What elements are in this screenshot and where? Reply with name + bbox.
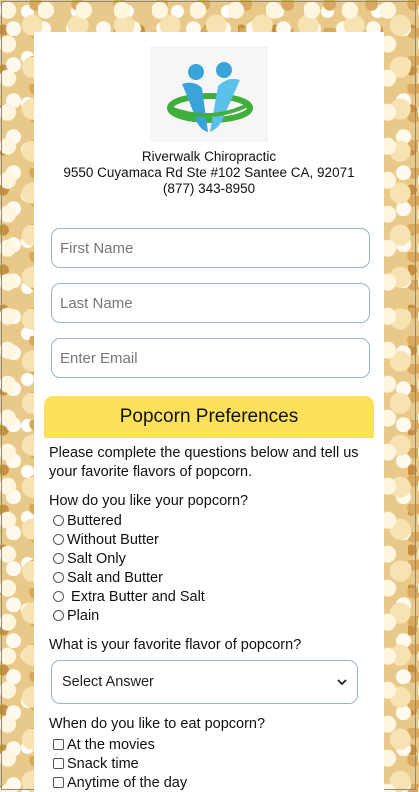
checkbox-option-anytime[interactable]: Anytime of the day [53, 773, 187, 792]
option-label: At the movies [67, 736, 155, 753]
radio-option-salt-and-butter[interactable]: Salt and Butter [53, 568, 163, 587]
radio-button[interactable] [53, 534, 64, 545]
form-card: Riverwalk Chiropractic 9550 Cuyamaca Rd … [34, 32, 384, 792]
checkbox-option-snack-time[interactable]: Snack time [53, 754, 139, 773]
radio-button[interactable] [53, 572, 64, 583]
business-name: Riverwalk Chiropractic [141, 149, 277, 164]
question-popcorn-style: How do you like your popcorn? [49, 493, 249, 509]
checkbox[interactable] [53, 777, 64, 788]
section-title: Popcorn Preferences [44, 396, 374, 438]
question-when-eat: When do you like to eat popcorn? [49, 716, 266, 732]
business-logo [150, 46, 268, 142]
radio-option-buttered[interactable]: Buttered [53, 511, 122, 530]
option-label: Extra Butter and Salt [67, 588, 205, 605]
option-label: Anytime of the day [67, 774, 188, 791]
option-label: Buttered [67, 512, 122, 529]
option-label: Plain [67, 607, 100, 624]
first-name-input[interactable] [51, 228, 370, 268]
option-label: Salt and Butter [67, 569, 163, 586]
email-input[interactable] [51, 338, 370, 378]
checkbox[interactable] [53, 758, 64, 769]
radio-button[interactable] [53, 515, 64, 526]
select-value: Select Answer [62, 674, 154, 690]
two-figures-swoosh-logo-icon [167, 62, 253, 132]
radio-option-salt-only[interactable]: Salt Only [53, 549, 126, 568]
checkbox[interactable] [53, 739, 64, 750]
flavor-select[interactable]: Select Answer [51, 660, 358, 704]
radio-button[interactable] [53, 553, 64, 564]
chevron-down-icon [337, 679, 347, 686]
section-intro: Please complete the questions below and … [49, 445, 359, 480]
option-label: Salt Only [67, 550, 126, 567]
business-phone: (877) 343-8950 [162, 181, 256, 196]
business-address: 9550 Cuyamaca Rd Ste #102 Santee CA, 920… [63, 165, 355, 180]
option-label: Without Butter [67, 531, 159, 548]
option-label: Snack time [67, 755, 139, 772]
business-info: Riverwalk Chiropractic 9550 Cuyamaca Rd … [34, 149, 384, 197]
checkbox-option-at-the-movies[interactable]: At the movies [53, 735, 155, 754]
radio-option-plain[interactable]: Plain [53, 606, 99, 625]
question-favorite-flavor: What is your favorite flavor of popcorn? [49, 637, 302, 653]
radio-button[interactable] [53, 591, 64, 602]
radio-option-without-butter[interactable]: Without Butter [53, 530, 159, 549]
radio-option-extra-butter-salt[interactable]: Extra Butter and Salt [53, 587, 205, 606]
last-name-input[interactable] [51, 283, 370, 323]
radio-button[interactable] [53, 610, 64, 621]
